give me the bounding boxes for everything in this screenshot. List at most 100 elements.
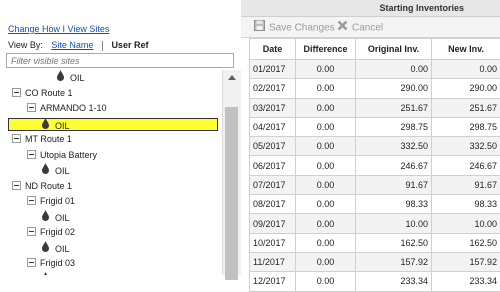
column-header-date[interactable]: Date [250, 39, 296, 60]
cell-new-inv[interactable]: 246.67 [432, 156, 500, 175]
cell-new-inv[interactable]: 298.75 [432, 117, 500, 136]
inventory-panel: Starting Inventories Save Changes Cancel [241, 0, 500, 275]
cell-date: 04/2017 [250, 117, 296, 136]
cell-new-inv[interactable]: 332.50 [432, 137, 500, 156]
cell-difference: 0.00 [296, 60, 356, 79]
table-row[interactable]: 03/20170.00251.67251.67 [250, 98, 500, 117]
cell-date: 06/2017 [250, 156, 296, 175]
cell-new-inv[interactable]: 290.00 [432, 79, 500, 98]
tree-item-label: OIL [55, 166, 70, 176]
cell-new-inv[interactable]: 162.50 [432, 233, 500, 252]
table-header-row: Date Difference Original Inv. New Inv. [250, 39, 500, 60]
table-row[interactable]: 09/20170.0010.0010.00 [250, 214, 500, 233]
cell-new-inv[interactable]: 251.67 [432, 98, 500, 117]
panel-title-bar: Starting Inventories [241, 0, 500, 17]
table-row[interactable]: 01/20170.000.000.00 [250, 60, 500, 79]
oil-drop-icon [57, 70, 64, 85]
oil-drop-icon [42, 272, 49, 276]
tree-item-oil[interactable]: OIL [42, 211, 70, 224]
scroll-up-arrow-icon[interactable] [223, 70, 241, 85]
cell-original-inv: 98.33 [356, 195, 432, 214]
cell-original-inv: 298.75 [356, 117, 432, 136]
view-by-separator [102, 41, 103, 51]
table-row[interactable]: 11/20170.00157.92157.92 [250, 252, 500, 271]
tree-scrollbar[interactable] [222, 70, 241, 275]
cancel-button[interactable]: Cancel [337, 21, 383, 35]
cell-difference: 0.00 [296, 214, 356, 233]
collapse-icon[interactable] [27, 258, 36, 267]
table-row[interactable]: 04/20170.00298.75298.75 [250, 117, 500, 136]
cell-original-inv: 332.50 [356, 137, 432, 156]
collapse-icon[interactable] [12, 134, 21, 143]
cell-date: 05/2017 [250, 137, 296, 156]
tree-item-label: OIL [70, 73, 85, 83]
filter-sites-input[interactable] [6, 53, 234, 68]
tree-item-oil[interactable]: OIL [8, 118, 218, 131]
tree-item-label: MT Route 1 [25, 134, 72, 144]
cell-original-inv: 91.67 [356, 175, 432, 194]
collapse-icon[interactable] [27, 103, 36, 112]
panel-title: Starting Inventories [379, 3, 464, 13]
tree-item-route[interactable]: MT Route 1 [12, 133, 72, 146]
cell-new-inv[interactable]: 0.00 [432, 60, 500, 79]
cell-original-inv: 246.67 [356, 156, 432, 175]
tree-item-site[interactable]: Frigid 03 [27, 257, 75, 270]
table-row[interactable]: 06/20170.00246.67246.67 [250, 156, 500, 175]
tree-item-oil[interactable]: OIL [42, 242, 70, 255]
tree-item-route[interactable]: ND Route 1 [12, 180, 72, 193]
tree-item-label: Utopia Battery [40, 150, 97, 160]
table-row[interactable]: 05/20170.00332.50332.50 [250, 137, 500, 156]
collapse-icon[interactable] [27, 227, 36, 236]
view-by-user-ref[interactable]: User Ref [111, 40, 148, 50]
cell-date: 01/2017 [250, 60, 296, 79]
tree-item-label: OIL [55, 244, 70, 254]
save-changes-button[interactable]: Save Changes [254, 21, 335, 35]
cell-original-inv: 162.50 [356, 233, 432, 252]
cell-difference: 0.00 [296, 137, 356, 156]
change-view-link[interactable]: Change How I View Sites [8, 24, 109, 34]
tree-item-oil[interactable]: OIL [42, 164, 70, 177]
collapse-icon[interactable] [27, 150, 36, 159]
table-row[interactable]: 08/20170.0098.3398.33 [250, 195, 500, 214]
cell-date: 02/2017 [250, 79, 296, 98]
site-tree: OIL CO Route 1 ARMANDO 1-10 OIL MT Route 1 Ut… [0, 70, 222, 275]
collapse-icon[interactable] [12, 88, 21, 97]
column-header-difference[interactable]: Difference [296, 39, 356, 60]
oil-drop-icon [42, 210, 49, 225]
toolbar: Save Changes Cancel [241, 17, 500, 38]
column-header-original-inv[interactable]: Original Inv. [356, 39, 432, 60]
cell-new-inv[interactable]: 98.33 [432, 195, 500, 214]
cell-original-inv: 10.00 [356, 214, 432, 233]
view-by-bar: View By: Site Name User Ref [8, 40, 148, 51]
table-row[interactable]: 07/20170.0091.6791.67 [250, 175, 500, 194]
cancel-label: Cancel [352, 23, 383, 34]
cell-difference: 0.00 [296, 79, 356, 98]
cell-difference: 0.00 [296, 252, 356, 271]
column-header-new-inv[interactable]: New Inv. [432, 39, 500, 60]
tree-item-label: Frigid 02 [40, 227, 75, 237]
cell-date: 07/2017 [250, 175, 296, 194]
tree-item-label: OIL [55, 213, 70, 223]
tree-item-label: Frigid 01 [40, 196, 75, 206]
view-by-label: View By: [8, 40, 43, 50]
table-row[interactable]: 10/20170.00162.50162.50 [250, 233, 500, 252]
tree-item-site[interactable]: Utopia Battery [27, 149, 97, 162]
site-panel: Change How I View Sites View By: Site Na… [0, 0, 242, 275]
scroll-thumb[interactable] [225, 107, 238, 280]
tree-item-oil[interactable]: OIL [57, 71, 85, 84]
tree-item-site[interactable]: Frigid 01 [27, 195, 75, 208]
tree-item-site[interactable]: Frigid 02 [27, 226, 75, 239]
cell-new-inv[interactable]: 10.00 [432, 214, 500, 233]
collapse-icon[interactable] [12, 181, 21, 190]
cancel-x-icon [337, 20, 348, 34]
cell-new-inv[interactable]: 157.92 [432, 252, 500, 271]
collapse-icon[interactable] [27, 196, 36, 205]
cell-difference: 0.00 [296, 195, 356, 214]
table-row[interactable]: 02/20170.00290.00290.00 [250, 79, 500, 98]
cell-difference: 0.00 [296, 175, 356, 194]
view-by-site-name-link[interactable]: Site Name [51, 40, 93, 50]
cell-difference: 0.00 [296, 156, 356, 175]
cell-new-inv[interactable]: 91.67 [432, 175, 500, 194]
tree-item-route[interactable]: CO Route 1 [12, 87, 73, 100]
tree-item-site[interactable]: ARMANDO 1-10 [27, 102, 107, 115]
